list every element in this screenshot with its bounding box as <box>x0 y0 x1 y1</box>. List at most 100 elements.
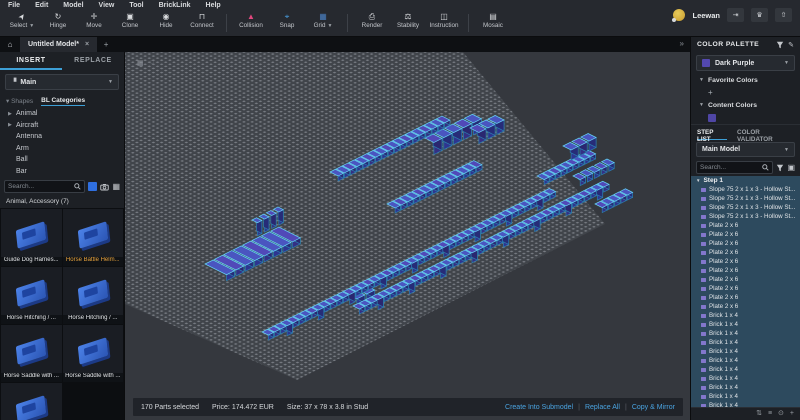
category-animal[interactable]: ▶Animal <box>0 108 124 120</box>
stability-button[interactable]: ⚖Stability <box>390 12 426 29</box>
tab-insert[interactable]: INSERT <box>0 52 62 70</box>
part-tile[interactable]: Horse Hitching / ... <box>63 267 124 324</box>
menu-view[interactable]: View <box>99 2 115 12</box>
step-part-row[interactable]: Brick 1 x 4 <box>691 347 800 356</box>
connect-button[interactable]: ⊓Connect <box>184 12 220 29</box>
step-part-row[interactable]: Brick 1 x 4 <box>691 383 800 392</box>
step-part-row[interactable]: Brick 1 x 4 <box>691 338 800 347</box>
parts-search-input[interactable]: Search... <box>4 180 85 193</box>
collision-button[interactable]: ▲Collision <box>233 12 269 29</box>
step-part-row[interactable]: Plate 2 x 6 <box>691 248 800 257</box>
tab-replace[interactable]: REPLACE <box>62 52 124 70</box>
tab-color-validator[interactable]: COLOR VALIDATOR <box>737 129 794 140</box>
content-color-swatch[interactable] <box>708 114 716 122</box>
edit-palette-icon[interactable]: ✎ <box>788 41 794 49</box>
step-part-row[interactable]: Plate 2 x 6 <box>691 275 800 284</box>
camera-icon[interactable] <box>100 183 109 191</box>
select-button[interactable]: ➤Select▼ <box>4 12 40 29</box>
tab-bl-categories[interactable]: BL Categories <box>41 97 85 106</box>
content-colors-toggle[interactable]: ▼ Content Colors <box>691 99 800 111</box>
step-search-input[interactable]: Search... <box>696 161 773 174</box>
close-tab-icon[interactable]: × <box>85 41 89 48</box>
category-label: Arm <box>16 145 29 152</box>
mosaic-button[interactable]: ▤Mosaic <box>475 12 511 29</box>
color-selector[interactable]: Dark Purple ▼ <box>696 55 795 71</box>
crown-icon[interactable]: ♛ <box>751 8 768 22</box>
filter-icon[interactable] <box>776 164 784 172</box>
category-antenna[interactable]: Antenna <box>0 131 124 143</box>
category-ball[interactable]: Ball <box>0 154 124 166</box>
hinge-button[interactable]: ↻Hinge <box>40 12 76 29</box>
chevrons-right-icon[interactable]: » <box>680 39 684 48</box>
snap-button[interactable]: ⌖Snap <box>269 12 305 29</box>
step-part-row[interactable]: Plate 2 x 6 <box>691 257 800 266</box>
create-into-submodel-link[interactable]: Create Into Submodel <box>505 404 573 411</box>
replace-all-link[interactable]: Replace All <box>585 404 620 411</box>
grid-view-icon[interactable]: ▦ <box>112 182 120 191</box>
instruction-button[interactable]: ◫Instruction <box>426 12 462 29</box>
hide-button[interactable]: ◉Hide <box>148 12 184 29</box>
step-part-row[interactable]: Plate 2 x 6 <box>691 221 800 230</box>
menu-edit[interactable]: Edit <box>35 2 48 12</box>
part-tile[interactable]: Horse Saddle with ... <box>1 325 62 382</box>
step-part-row[interactable]: Brick 1 x 4 <box>691 392 800 401</box>
step-part-row[interactable]: Brick 1 x 4 <box>691 356 800 365</box>
step-part-row[interactable]: Slope 75 2 x 1 x 3 - Hollow St... <box>691 203 800 212</box>
step-model-selector[interactable]: Main Model ▼ <box>696 142 795 157</box>
menu-bricklink[interactable]: BrickLink <box>159 2 191 12</box>
collapse-all-icon[interactable]: ≡ <box>768 410 772 418</box>
step-part-row[interactable]: Plate 2 x 6 <box>691 266 800 275</box>
copy-mirror-link[interactable]: Copy & Mirror <box>632 404 675 411</box>
step-part-row[interactable]: Plate 2 x 6 <box>691 293 800 302</box>
upload-icon[interactable]: ⇧ <box>775 8 792 22</box>
add-step-icon[interactable]: + <box>790 410 794 418</box>
step-part-row[interactable]: Slope 75 2 x 1 x 3 - Hollow St... <box>691 194 800 203</box>
sort-icon[interactable]: ⇅ <box>756 410 762 418</box>
render-button[interactable]: ⎙Render <box>354 12 390 29</box>
new-tab-button[interactable]: + <box>97 37 115 52</box>
step-part-row[interactable]: Slope 75 2 x 1 x 3 - Hollow St... <box>691 212 800 221</box>
part-tile[interactable]: Horse Hitching / ... <box>1 267 62 324</box>
filter-icon[interactable] <box>776 41 784 49</box>
step-part-row[interactable]: Brick 1 x 4 <box>691 374 800 383</box>
avatar[interactable] <box>673 9 685 21</box>
snapshot-icon[interactable]: ⊙ <box>778 410 784 418</box>
menu-tool[interactable]: Tool <box>129 2 143 12</box>
color-filter-swatch[interactable] <box>88 182 97 191</box>
menu-help[interactable]: Help <box>206 2 221 12</box>
home-button[interactable]: ⌂ <box>0 37 20 52</box>
add-favorite-color-button[interactable]: + <box>708 88 713 97</box>
menu-model[interactable]: Model <box>63 2 83 12</box>
step-part-row[interactable]: Brick 1 x 4 <box>691 329 800 338</box>
tab-step-list[interactable]: STEP LIST <box>697 129 727 140</box>
step-header[interactable]: ▼Step 1 <box>691 176 800 185</box>
part-tile[interactable]: Guide Dog Harnes... <box>1 209 62 266</box>
orbit-icon[interactable]: ◌ <box>150 59 154 67</box>
model-selector[interactable]: ▝ Main ▼ <box>5 74 119 90</box>
logout-icon[interactable]: ⇥ <box>727 8 744 22</box>
baseplate-toggle-icon[interactable]: ▦ <box>137 59 144 67</box>
part-tile[interactable]: Horse Battle Helm... <box>63 209 124 266</box>
document-tab[interactable]: Untitled Model* × <box>20 37 97 52</box>
step-part-row[interactable]: Plate 2 x 6 <box>691 239 800 248</box>
step-part-row[interactable]: Brick 1 x 4 <box>691 311 800 320</box>
part-tile[interactable]: Horse Barding, Ru... <box>1 383 62 420</box>
step-part-row[interactable]: Plate 2 x 6 <box>691 284 800 293</box>
category-bar[interactable]: Bar <box>0 166 124 178</box>
category-arm[interactable]: Arm <box>0 143 124 155</box>
step-part-row[interactable]: Brick 1 x 4 <box>691 320 800 329</box>
step-part-row[interactable]: Plate 2 x 6 <box>691 302 800 311</box>
step-part-row[interactable]: Plate 2 x 6 <box>691 230 800 239</box>
step-part-row[interactable]: Slope 75 2 x 1 x 3 - Hollow St... <box>691 185 800 194</box>
tab-shapes[interactable]: ▾ Shapes <box>6 97 33 105</box>
multi-select-icon[interactable]: ▣ <box>787 163 795 172</box>
clone-button[interactable]: ▣Clone <box>112 12 148 29</box>
part-tile[interactable]: Horse Saddle with ... <box>63 325 124 382</box>
grid-button[interactable]: ▦Grid▼ <box>305 12 341 29</box>
viewport-3d[interactable]: ▦ ◌ 170 Parts selected Price: 174.472 EU… <box>125 52 690 420</box>
move-button[interactable]: ✛Move <box>76 12 112 29</box>
step-part-row[interactable]: Brick 1 x 4 <box>691 365 800 374</box>
category-aircraft[interactable]: ▶Aircraft <box>0 120 124 132</box>
menu-file[interactable]: File <box>8 2 20 12</box>
favorite-colors-toggle[interactable]: ▼ Favorite Colors <box>691 74 800 86</box>
